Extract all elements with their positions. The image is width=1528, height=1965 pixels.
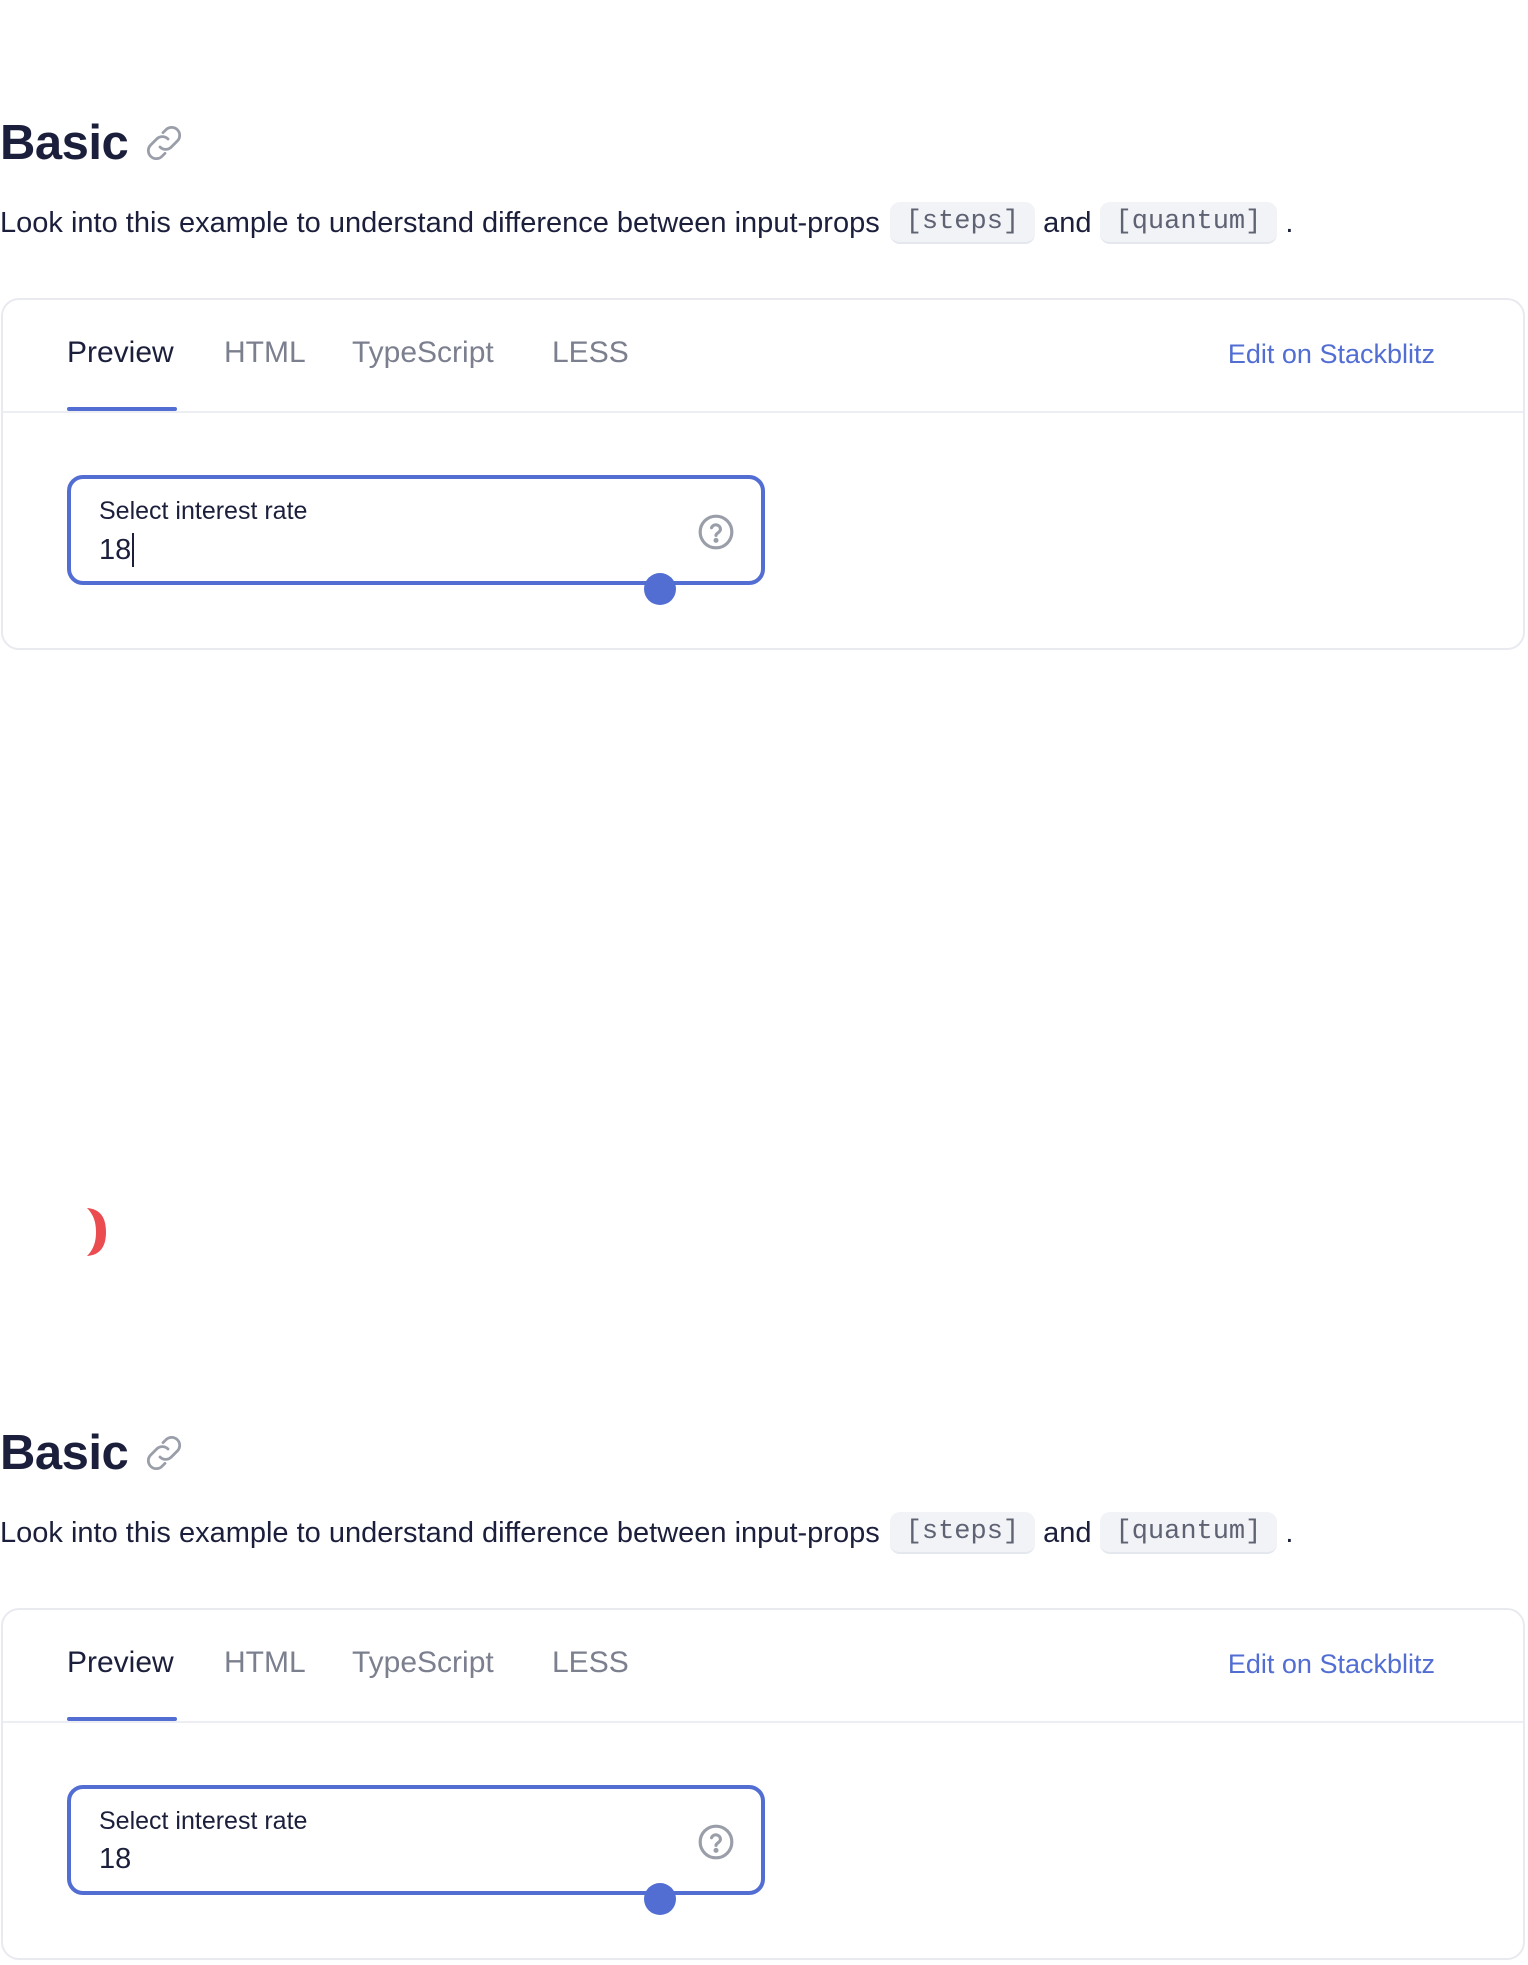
tab-typescript[interactable]: TypeScript — [352, 336, 494, 370]
section-description: Look into this example to understand dif… — [0, 1508, 1293, 1558]
field-value[interactable]: 18 — [99, 533, 135, 567]
description-and: and — [1043, 1516, 1092, 1549]
description-period: . — [1285, 1516, 1294, 1549]
interest-rate-input[interactable]: Select interest rate 18 — [67, 475, 765, 605]
example-card: Preview HTML TypeScript LESS Edit on Sta… — [1, 1608, 1525, 1960]
section-title: Basic — [0, 1426, 129, 1480]
edit-on-stackblitz-link[interactable]: Edit on Stackblitz — [1228, 1649, 1435, 1680]
code-steps: [steps] — [889, 202, 1036, 244]
section-heading: Basic — [0, 108, 188, 178]
slider-track[interactable] — [67, 1883, 765, 1915]
tab-typescript[interactable]: TypeScript — [352, 1646, 494, 1680]
section-description: Look into this example to understand dif… — [0, 198, 1293, 248]
link-icon[interactable] — [140, 119, 188, 167]
edit-on-stackblitz-link[interactable]: Edit on Stackblitz — [1228, 339, 1435, 370]
code-quantum: [quantum] — [1099, 1512, 1278, 1554]
section-title: Basic — [0, 116, 129, 170]
text-caret — [132, 533, 135, 567]
tabs-bar: Preview HTML TypeScript LESS Edit on Sta… — [3, 300, 1523, 413]
field-label: Select interest rate — [99, 497, 308, 525]
description-text: Look into this example to understand dif… — [0, 1516, 880, 1549]
slider-track[interactable] — [67, 573, 765, 605]
tab-preview[interactable]: Preview — [67, 336, 174, 370]
field-label: Select interest rate — [99, 1807, 308, 1835]
description-and: and — [1043, 206, 1092, 239]
field-value-text: 18 — [99, 1843, 132, 1875]
link-icon[interactable] — [140, 1429, 188, 1477]
code-steps: [steps] — [889, 1512, 1036, 1554]
description-text: Look into this example to understand dif… — [0, 206, 880, 239]
description-period: . — [1285, 206, 1294, 239]
tab-html[interactable]: HTML — [224, 1646, 306, 1680]
field-value[interactable]: 18 — [99, 1843, 131, 1876]
active-tab-indicator — [67, 407, 177, 411]
slider-thumb[interactable] — [644, 573, 677, 605]
interest-rate-input[interactable]: Select interest rate 18 — [67, 1785, 765, 1915]
section-heading: Basic — [0, 1418, 188, 1488]
help-circle-icon[interactable] — [697, 513, 735, 551]
slider-thumb[interactable] — [644, 1883, 677, 1915]
help-circle-icon[interactable] — [697, 1823, 735, 1861]
tab-preview[interactable]: Preview — [67, 1646, 174, 1680]
tab-less[interactable]: LESS — [552, 336, 629, 370]
red-bracket-mark — [87, 1208, 106, 1256]
code-quantum: [quantum] — [1099, 202, 1278, 244]
field-value-text: 18 — [99, 533, 132, 566]
active-tab-indicator — [67, 1717, 177, 1721]
example-card: Preview HTML TypeScript LESS Edit on Sta… — [1, 298, 1525, 650]
tab-less[interactable]: LESS — [552, 1646, 629, 1680]
tabs-bar: Preview HTML TypeScript LESS Edit on Sta… — [3, 1610, 1523, 1723]
tab-html[interactable]: HTML — [224, 336, 306, 370]
